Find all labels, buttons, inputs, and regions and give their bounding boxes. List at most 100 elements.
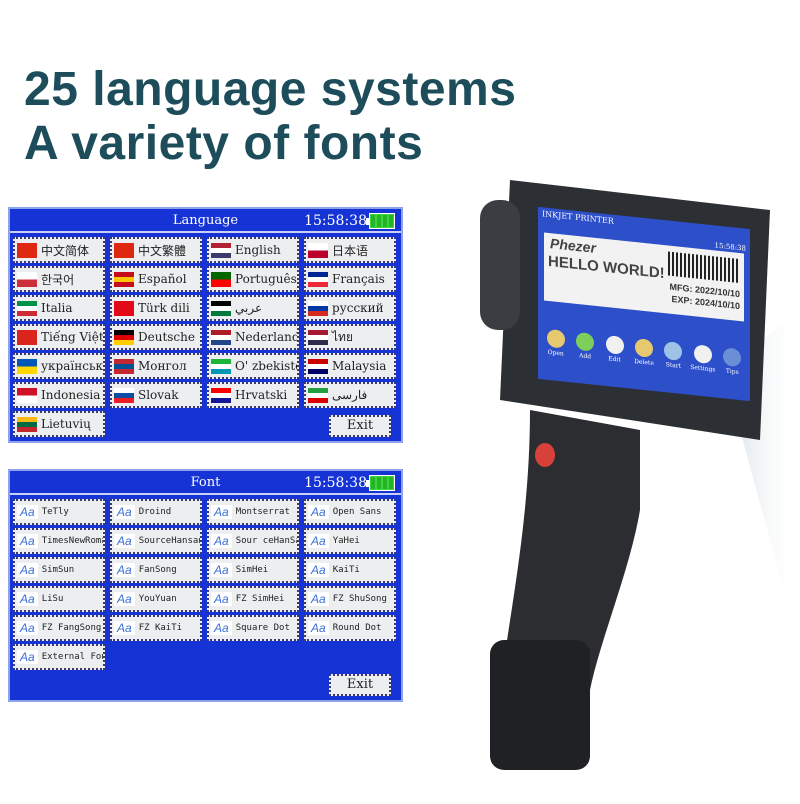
font-option[interactable]: Aa LiSu: [13, 586, 105, 612]
language-option[interactable]: Italia: [13, 295, 105, 321]
language-option[interactable]: Hrvatski: [207, 382, 299, 408]
screen-tool-start[interactable]: Start: [660, 341, 687, 371]
font-option[interactable]: Aa SimSun: [13, 557, 105, 583]
font-option[interactable]: Aa FZ SimHei: [207, 586, 299, 612]
font-aa-icon: Aa: [17, 534, 38, 548]
font-label: Round Dot: [332, 623, 382, 633]
font-option[interactable]: Aa Open Sans: [304, 499, 396, 525]
language-option[interactable]: عربي: [207, 295, 299, 321]
screen-tool-edit[interactable]: Edit: [601, 334, 628, 364]
font-option[interactable]: Aa FanSong: [110, 557, 202, 583]
flag-icon: [211, 271, 231, 287]
font-label: FZ ShuSong: [332, 594, 387, 604]
font-aa-icon: Aa: [308, 534, 329, 548]
language-option[interactable]: Lietuvių: [13, 411, 105, 437]
font-option[interactable]: Aa FZ FangSong: [13, 615, 105, 641]
font-aa-icon: Aa: [211, 534, 232, 548]
language-label: Lietuvių: [41, 417, 91, 431]
font-label: External Font: [41, 652, 103, 662]
font-option[interactable]: AaTimesNewRoman: [13, 528, 105, 554]
font-aa-icon: Aa: [308, 563, 329, 577]
screen-tool-delete[interactable]: Delete: [630, 338, 657, 368]
language-option[interactable]: فارسی: [304, 382, 396, 408]
language-option[interactable]: Español: [110, 266, 202, 292]
exit-button[interactable]: Exit: [329, 674, 391, 696]
language-option[interactable]: Malaysia: [304, 353, 396, 379]
font-option[interactable]: Aa Round Dot: [304, 615, 396, 641]
start-icon: [664, 341, 683, 362]
font-aa-icon: Aa: [308, 592, 329, 606]
exit-button[interactable]: Exit: [329, 415, 391, 437]
font-option[interactable]: AaExternal Font: [13, 644, 105, 670]
font-label: FZ FangSong: [41, 623, 102, 633]
tool-label: Start: [665, 361, 682, 370]
flag-icon: [17, 271, 37, 287]
language-option[interactable]: Türk dili: [110, 295, 202, 321]
font-option[interactable]: Aa YaHei: [304, 528, 396, 554]
language-option[interactable]: Nederland: [207, 324, 299, 350]
screen-tool-settings[interactable]: Settings: [689, 344, 716, 374]
language-label: Português: [235, 272, 297, 286]
language-option[interactable]: українська: [13, 353, 105, 379]
font-option[interactable]: Aa Square Dot: [207, 615, 299, 641]
flag-icon: [308, 358, 328, 374]
font-option[interactable]: Aa YouYuan: [110, 586, 202, 612]
font-aa-icon: Aa: [17, 505, 38, 519]
language-label: English: [235, 243, 281, 257]
font-option[interactable]: Aa Droind: [110, 499, 202, 525]
tool-label: Settings: [690, 363, 716, 374]
font-aa-icon: Aa: [114, 592, 135, 606]
flag-icon: [308, 242, 328, 258]
screen-tool-add[interactable]: Add: [571, 331, 598, 361]
screen-tool-open[interactable]: Open: [542, 328, 569, 358]
font-grid: Aa TeTly Aa Droind Aa Montserrat Aa Open Sans Aa…: [10, 495, 401, 674]
font-aa-icon: Aa: [211, 592, 232, 606]
language-option[interactable]: Deutsche: [110, 324, 202, 350]
font-option[interactable]: Aa SimHei: [207, 557, 299, 583]
font-label: Sour ceHanSans: [235, 536, 297, 546]
flag-icon: [17, 300, 37, 316]
language-option[interactable]: Français: [304, 266, 396, 292]
screen-tool-tips[interactable]: Tips: [719, 347, 746, 377]
language-label: 日本语: [332, 243, 369, 258]
battery-icon: [366, 213, 395, 229]
font-panel: Font 15:58:38 Aa TeTly Aa Droind Aa Montserra…: [8, 469, 403, 702]
language-option[interactable]: O' zbekiston: [207, 353, 299, 379]
language-option[interactable]: English: [207, 237, 299, 263]
delete-icon: [634, 338, 653, 358]
font-option[interactable]: Aa Montserrat: [207, 499, 299, 525]
font-option[interactable]: Aa TeTly: [13, 499, 105, 525]
font-aa-icon: Aa: [17, 650, 38, 664]
language-label: русский: [332, 301, 384, 315]
language-option[interactable]: Монгол: [110, 353, 202, 379]
language-option[interactable]: 中文简体: [13, 237, 105, 263]
flag-icon: [17, 329, 37, 345]
font-option[interactable]: AaSour ceHanSans: [207, 528, 299, 554]
font-label: Open Sans: [332, 507, 382, 517]
language-option[interactable]: Indonesia: [13, 382, 105, 408]
language-option[interactable]: Slovak: [110, 382, 202, 408]
language-label: Indonesia: [41, 388, 101, 402]
language-option[interactable]: 한국어: [13, 266, 105, 292]
font-option[interactable]: Aa FZ KaiTi: [110, 615, 202, 641]
language-label: Tiếng Việt: [41, 330, 104, 344]
language-titlebar: Language 15:58:38: [10, 209, 401, 233]
clock: 15:58:38: [304, 475, 367, 491]
language-option[interactable]: Tiếng Việt: [13, 324, 105, 350]
language-label: 中文简体: [41, 243, 90, 258]
language-option[interactable]: Português: [207, 266, 299, 292]
font-option[interactable]: Aa KaiTi: [304, 557, 396, 583]
language-option[interactable]: ไทย: [304, 324, 396, 350]
flag-icon: [211, 242, 231, 258]
language-option[interactable]: 中文繁體: [110, 237, 202, 263]
tool-label: Edit: [608, 355, 621, 364]
font-option[interactable]: AaSourceHansans: [110, 528, 202, 554]
language-label: Türk dili: [138, 301, 190, 315]
flag-icon: [17, 242, 37, 258]
font-option[interactable]: Aa FZ ShuSong: [304, 586, 396, 612]
language-option[interactable]: 日本语: [304, 237, 396, 263]
flag-icon: [211, 358, 231, 374]
font-titlebar: Font 15:58:38: [10, 471, 401, 495]
language-option[interactable]: русский: [304, 295, 396, 321]
inkjet-printer-device: INKJET PRINTER 15:58:38 Phezer HELLO WOR…: [440, 170, 800, 800]
